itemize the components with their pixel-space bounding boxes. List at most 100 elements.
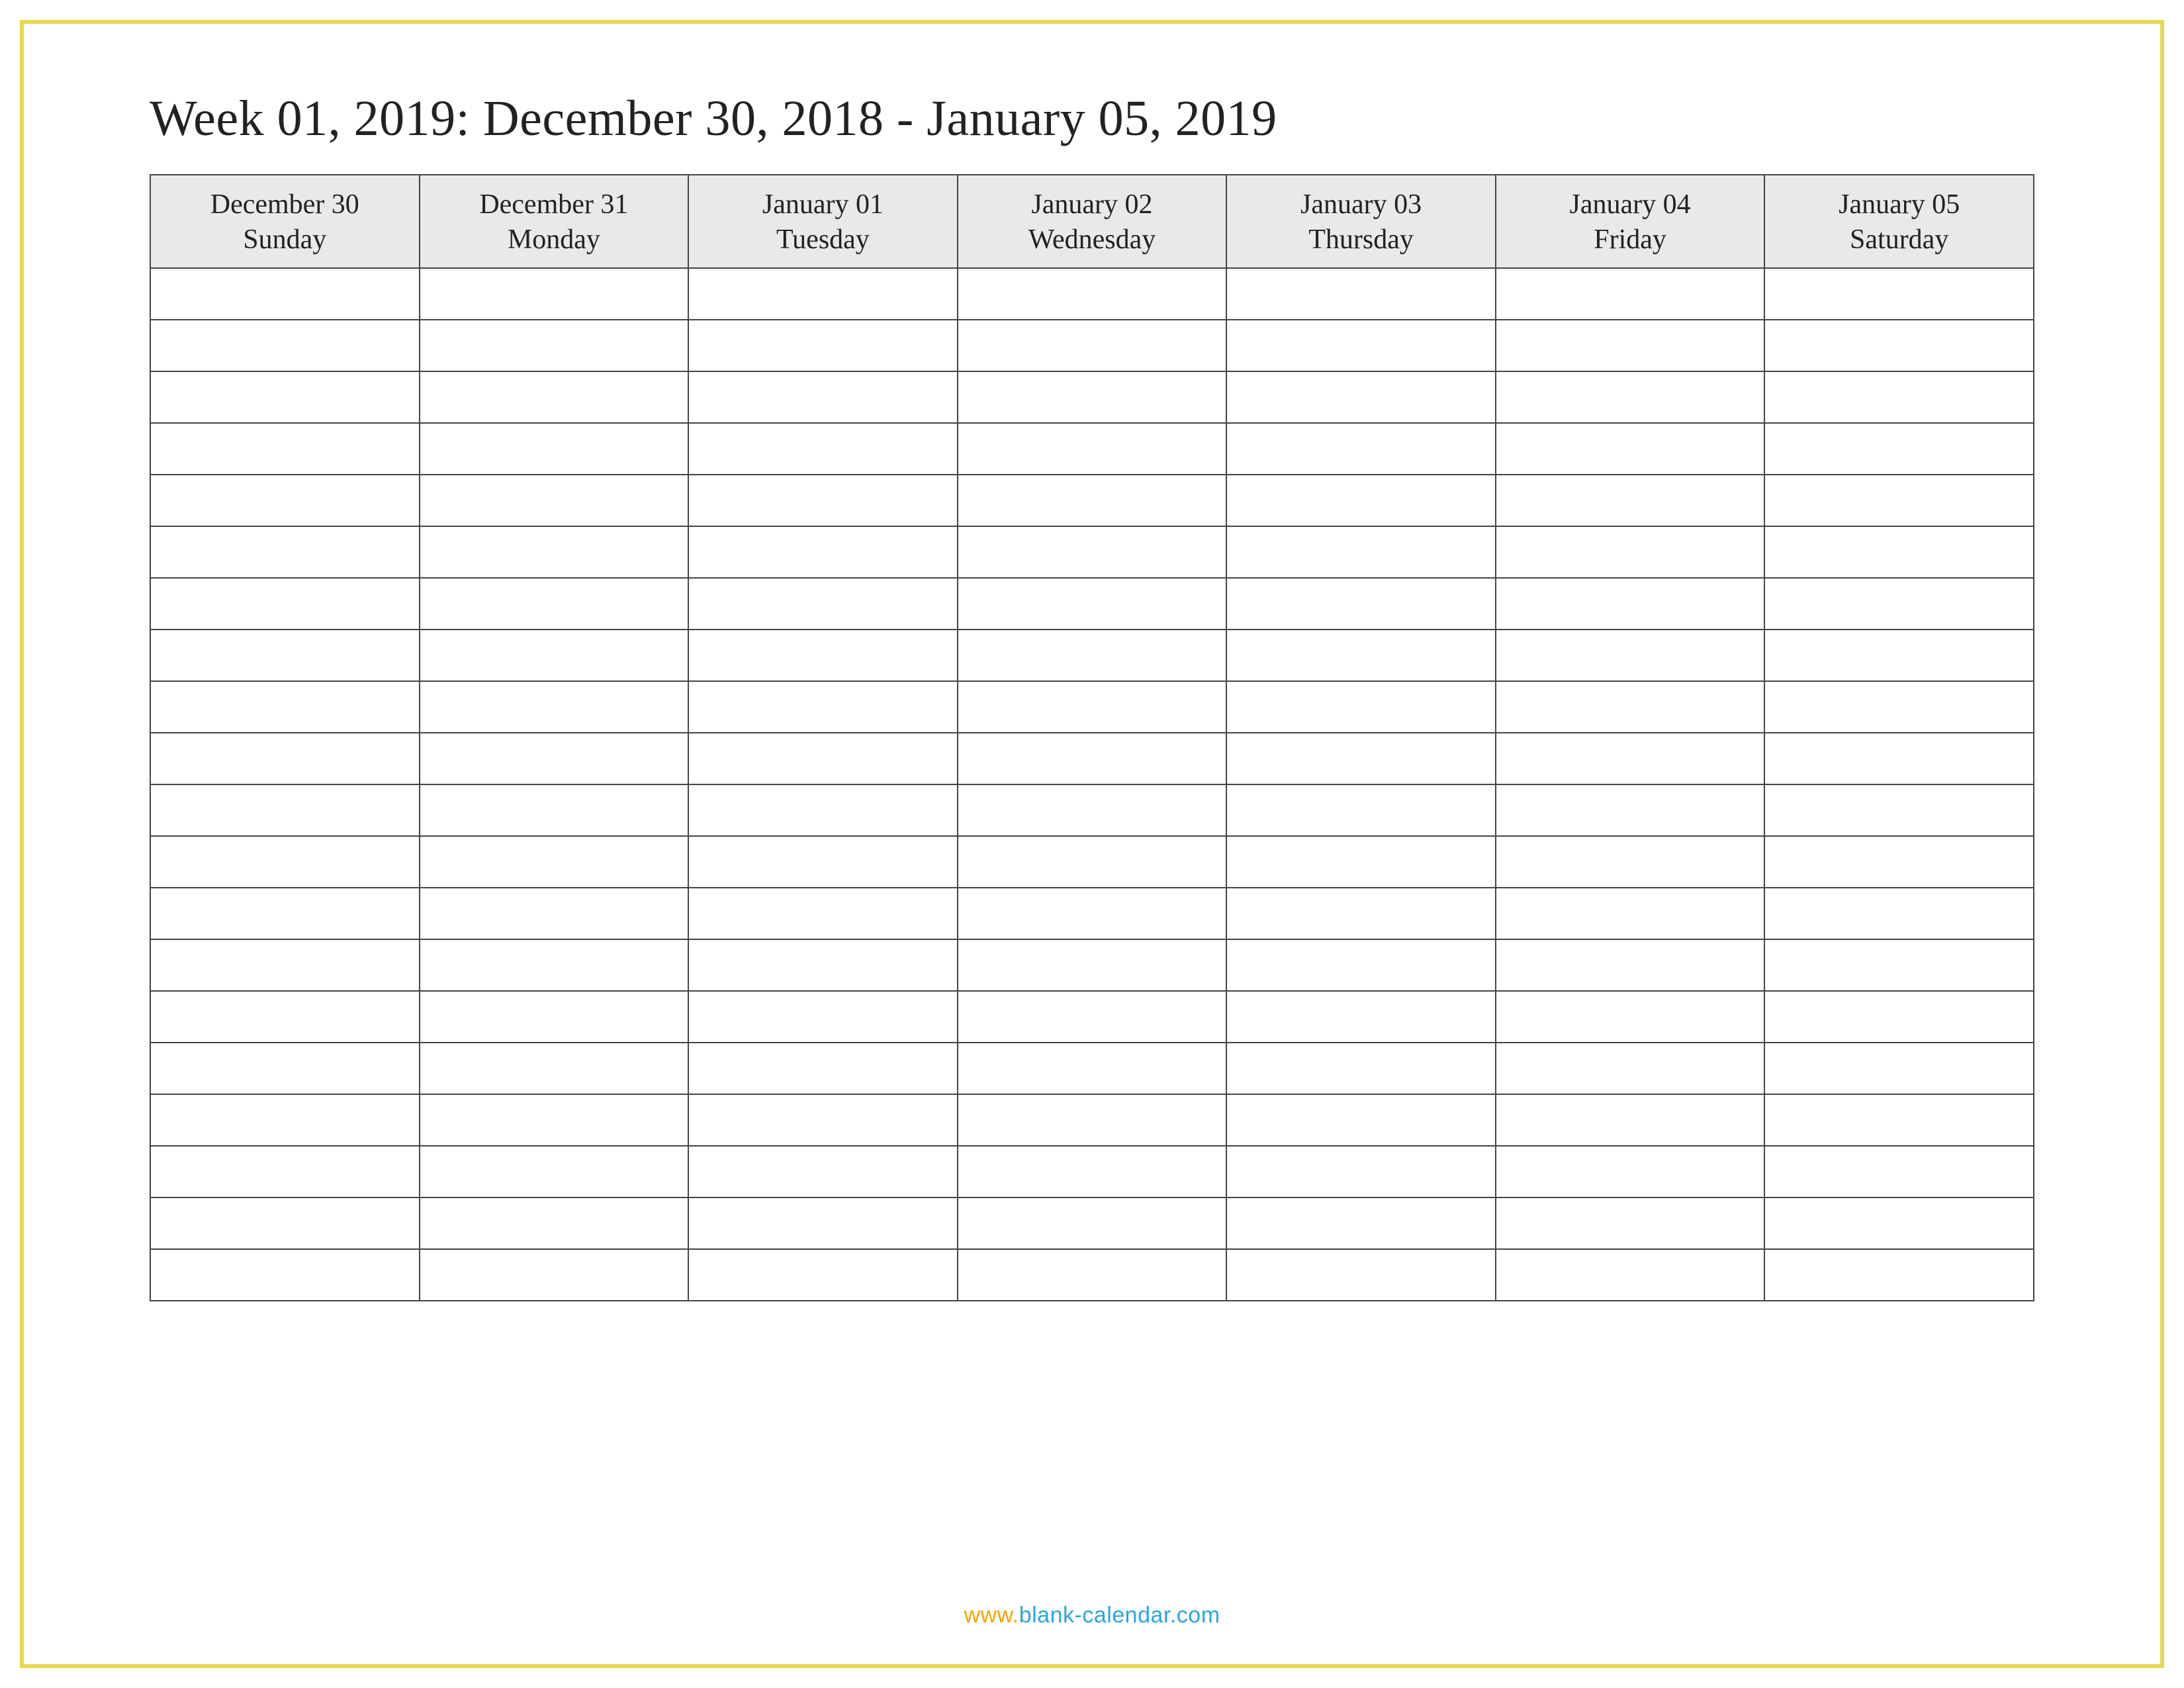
blank-cell [150, 836, 420, 888]
table-header: December 30 Sunday December 31 Monday Ja… [150, 175, 2034, 268]
blank-cell [688, 268, 958, 320]
blank-cell [688, 733, 958, 784]
blank-cell [420, 1094, 689, 1146]
blank-cell [1226, 1146, 1496, 1197]
blank-cell [688, 1043, 958, 1094]
col-header-tuesday: January 01 Tuesday [688, 175, 958, 268]
col-date: January 02 [964, 187, 1221, 222]
table-row [150, 836, 2034, 888]
blank-cell [688, 681, 958, 733]
blank-cell [150, 733, 420, 784]
blank-cell [150, 1094, 420, 1146]
blank-cell [1496, 578, 1765, 630]
col-day: Tuesday [694, 222, 952, 258]
blank-cell [688, 630, 958, 681]
blank-cell [1496, 320, 1765, 371]
col-date: January 04 [1502, 187, 1759, 222]
blank-cell [958, 371, 1227, 423]
blank-cell [1764, 423, 2034, 475]
table-row [150, 784, 2034, 836]
blank-cell [688, 1197, 958, 1249]
col-date: December 30 [156, 187, 414, 222]
blank-cell [1496, 475, 1765, 526]
blank-cell [150, 681, 420, 733]
blank-cell [1496, 1043, 1765, 1094]
header-row: December 30 Sunday December 31 Monday Ja… [150, 175, 2034, 268]
blank-cell [420, 681, 689, 733]
blank-cell [1226, 423, 1496, 475]
col-header-saturday: January 05 Saturday [1764, 175, 2034, 268]
blank-cell [688, 939, 958, 991]
table-row [150, 320, 2034, 371]
blank-cell [1496, 268, 1765, 320]
blank-cell [150, 526, 420, 578]
blank-cell [958, 836, 1227, 888]
blank-cell [1764, 836, 2034, 888]
blank-cell [1226, 784, 1496, 836]
blank-cell [150, 888, 420, 939]
blank-cell [1764, 1249, 2034, 1301]
blank-cell [1496, 371, 1765, 423]
blank-cell [1226, 475, 1496, 526]
blank-cell [958, 733, 1227, 784]
blank-cell [150, 475, 420, 526]
blank-cell [1496, 733, 1765, 784]
table-row [150, 1146, 2034, 1197]
blank-cell [958, 1094, 1227, 1146]
footer-domain: blank-calendar.com [1019, 1603, 1220, 1628]
blank-cell [1764, 1094, 2034, 1146]
blank-cell [1226, 1094, 1496, 1146]
blank-cell [420, 888, 689, 939]
footer-link[interactable]: www.blank-calendar.com [24, 1603, 2160, 1628]
blank-cell [958, 320, 1227, 371]
blank-cell [1764, 1043, 2034, 1094]
blank-cell [150, 630, 420, 681]
table-row [150, 1094, 2034, 1146]
col-header-monday: December 31 Monday [420, 175, 689, 268]
blank-cell [688, 320, 958, 371]
blank-cell [1496, 991, 1765, 1043]
blank-cell [958, 1197, 1227, 1249]
blank-cell [420, 578, 689, 630]
table-row [150, 939, 2034, 991]
weekly-calendar-table: December 30 Sunday December 31 Monday Ja… [150, 174, 2034, 1301]
blank-cell [1764, 320, 2034, 371]
blank-cell [1764, 526, 2034, 578]
blank-cell [958, 1043, 1227, 1094]
table-row [150, 630, 2034, 681]
blank-cell [420, 423, 689, 475]
blank-cell [150, 1249, 420, 1301]
col-day: Thursday [1232, 222, 1490, 258]
blank-cell [420, 991, 689, 1043]
content-area: Week 01, 2019: December 30, 2018 - Janua… [24, 24, 2160, 1341]
blank-cell [958, 1249, 1227, 1301]
col-header-wednesday: January 02 Wednesday [958, 175, 1227, 268]
blank-cell [1226, 526, 1496, 578]
col-date: January 03 [1232, 187, 1490, 222]
blank-cell [688, 784, 958, 836]
blank-cell [958, 681, 1227, 733]
blank-cell [150, 939, 420, 991]
blank-cell [1496, 1094, 1765, 1146]
blank-cell [1764, 991, 2034, 1043]
blank-cell [420, 1146, 689, 1197]
blank-cell [150, 991, 420, 1043]
col-day: Friday [1502, 222, 1759, 258]
col-header-thursday: January 03 Thursday [1226, 175, 1496, 268]
blank-cell [1764, 630, 2034, 681]
blank-cell [688, 1146, 958, 1197]
blank-cell [688, 991, 958, 1043]
blank-cell [1764, 371, 2034, 423]
blank-cell [958, 268, 1227, 320]
blank-cell [1226, 836, 1496, 888]
table-row [150, 423, 2034, 475]
blank-cell [1226, 268, 1496, 320]
col-date: January 01 [694, 187, 952, 222]
blank-cell [420, 475, 689, 526]
table-row [150, 1043, 2034, 1094]
blank-cell [1496, 681, 1765, 733]
blank-cell [958, 526, 1227, 578]
blank-cell [1226, 1249, 1496, 1301]
blank-cell [1764, 578, 2034, 630]
blank-cell [1764, 733, 2034, 784]
